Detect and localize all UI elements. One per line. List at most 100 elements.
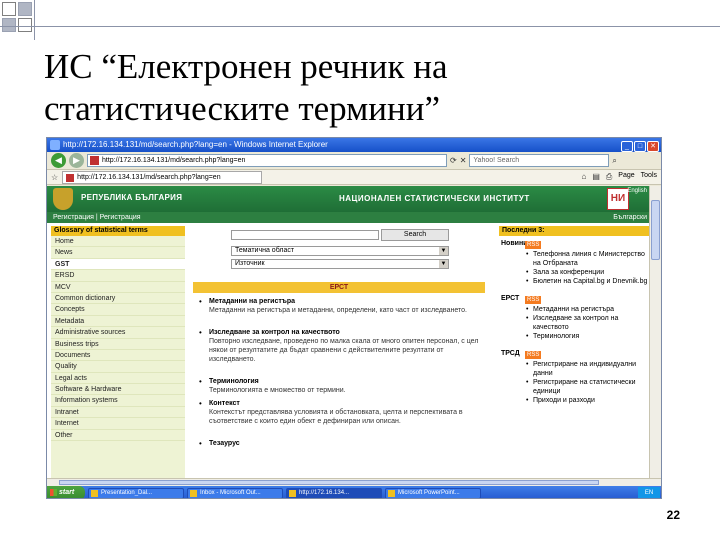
menu-item[interactable]: Legal acts [51,373,185,385]
app-icon [388,489,395,497]
menu-item[interactable]: Information systems [51,395,185,407]
menu-item[interactable]: Concepts [51,304,185,316]
close-icon[interactable]: ✕ [647,141,659,152]
menu-item[interactable]: Internet [51,418,185,430]
refresh-icon[interactable]: ⟳ [450,156,457,165]
left-menu: Glossary of statistical terms Home News … [51,226,185,478]
menu-item[interactable]: Documents [51,350,185,362]
bullet-icon: • [199,328,202,337]
rss-icon[interactable]: RSS [525,296,542,304]
recent-header: Последни 3: [499,226,651,236]
maximize-icon[interactable]: □ [634,141,646,152]
institute-label: НАЦИОНАЛЕН СТАТИСТИЧЕСКИ ИНСТИТУТ [339,194,530,203]
scroll-thumb[interactable] [651,200,660,260]
recent-item[interactable]: Изследване за контрол на качеството [525,314,651,332]
recent-group: ЕРСТ RSS Метаданни на регистъра Изследва… [499,294,651,341]
recent-item[interactable]: Метаданни на регистъра [525,305,651,314]
recent-item[interactable]: Терминология [525,332,651,341]
recent-group-label: ЕРСТ [501,295,520,302]
start-button[interactable]: start [47,486,85,498]
feeds-icon[interactable]: ▤ [592,172,600,182]
taskbar-item[interactable]: Inbox - Microsoft Out... [187,487,283,498]
deco-square [18,18,32,32]
menu-item[interactable]: News [51,247,185,259]
recent-item[interactable]: Телефонна линия с Министерство на Отбран… [525,250,651,268]
back-arrow-icon[interactable]: ◀ [51,153,66,168]
recent-item[interactable]: Приходи и разходи [525,396,651,405]
recent-group: Новини RSS Телефонна линия с Министерств… [499,239,651,286]
menu-item[interactable]: GST [51,258,185,271]
system-tray[interactable]: EN [638,487,660,498]
menu-item[interactable]: Common dictionary [51,293,185,305]
menu-item[interactable]: Home [51,236,185,248]
term-entry: • Изследване за контрол на качеството По… [189,328,489,373]
vertical-scrollbar[interactable] [649,186,661,478]
recent-item[interactable]: Регистриране на индивидуални данни [525,360,651,378]
nav-links[interactable]: Регистрация | Регистрация [53,214,141,221]
search-button[interactable]: Search [381,229,449,241]
menu-item[interactable]: Other [51,430,185,442]
source-select[interactable]: Източник ▼ [231,259,449,269]
term-search-input[interactable] [231,230,379,240]
search-icon[interactable]: ⌕ [612,156,616,166]
taskbar-item[interactable]: http://172.16.134... [286,487,382,498]
forward-arrow-icon[interactable]: ▶ [69,153,84,168]
term-title[interactable]: Изследване за контрол на качеството [209,328,489,337]
home-icon[interactable]: ⌂ [581,172,586,182]
menu-item[interactable]: Business trips [51,339,185,350]
taskbar-item-label: Presentation_Dal... [101,489,153,496]
menu-item[interactable]: Quality [51,361,185,373]
stop-icon[interactable]: ✕ [460,156,467,165]
deco-square [18,2,32,16]
term-title[interactable]: Контекст [209,399,489,408]
menu-item[interactable]: Administrative sources [51,327,185,339]
slide-number: 22 [666,508,680,522]
taskbar-item[interactable]: Microsoft PowerPoint... [385,487,481,498]
deco-line [34,0,35,40]
search-input[interactable]: Yahoo! Search [469,154,610,167]
browser-tab[interactable]: http://172.16.134.131/md/search.php?lang… [62,170,263,184]
menu-item[interactable]: ERSD [51,270,185,282]
term-description: Терминологията е множество от термини. [209,387,346,394]
recent-group: ТРСД RSS Регистриране на индивидуални да… [499,349,651,405]
bullet-icon: • [199,399,202,408]
language-link[interactable]: English [627,188,647,194]
deco-line [0,26,720,27]
recent-item[interactable]: Регистриране на статистически единици [525,378,651,396]
menu-item[interactable]: Intranet [51,407,185,419]
term-title[interactable]: Терминология [209,377,489,386]
chevron-down-icon: ▼ [439,260,448,268]
ie-icon [50,140,60,150]
term-title[interactable]: Тезаурус [209,439,489,448]
scroll-thumb[interactable] [59,480,599,485]
app-icon [289,489,296,497]
page-menu[interactable]: Page [618,172,634,182]
term-title[interactable]: Метаданни на регистъра [209,297,489,306]
menu-item[interactable]: Software & Hardware [51,384,185,396]
site-nav: Регистрация | Регистрация Български [47,212,651,223]
deco-square [2,18,16,32]
taskbar-item[interactable]: Presentation_Dal... [88,487,184,498]
taskbar-item-label: Inbox - Microsoft Out... [200,489,261,496]
subject-area-select[interactable]: Тематична област ▼ [231,246,449,256]
address-bar[interactable]: http://172.16.134.131/md/search.php?lang… [87,154,447,167]
slide-title: ИС “Електронен речник на статистическите… [44,46,684,130]
tools-menu[interactable]: Tools [641,172,657,182]
tab-label: http://172.16.134.131/md/search.php?lang… [77,173,221,181]
recent-item[interactable]: Зала за конференции [525,268,651,277]
favorites-star-icon[interactable]: ☆ [51,173,58,182]
windows-taskbar: start Presentation_Dal... Inbox - Micros… [47,486,661,498]
minimize-icon[interactable]: _ [621,141,633,152]
horizontal-scrollbar[interactable] [47,478,661,486]
rss-icon[interactable]: RSS [525,241,542,249]
term-description: Повторно изследване, проведено по малка … [209,338,479,363]
recent-item[interactable]: Бюлетин на Capital.bg и Dnevnik.bg [525,277,651,286]
slide-decoration [0,0,720,40]
menu-item[interactable]: MCV [51,282,185,293]
address-text: http://172.16.134.131/md/search.php?lang… [102,157,246,164]
menu-item[interactable]: Metadata [51,316,185,328]
print-icon[interactable]: ⎙ [606,172,612,182]
section-header: ЕРСТ [193,282,485,293]
language-switch[interactable]: Български [613,212,647,223]
rss-icon[interactable]: RSS [525,351,542,359]
